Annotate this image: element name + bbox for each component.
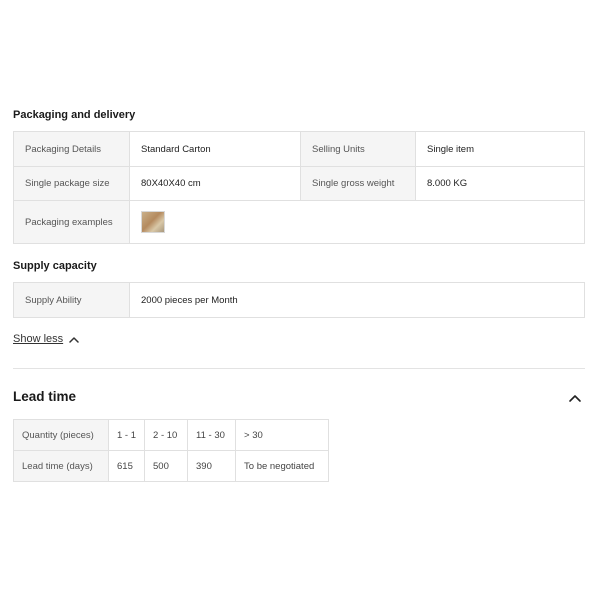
quantity-label: Quantity (pieces) xyxy=(13,419,109,451)
quantity-cell: 1 - 1 xyxy=(107,419,146,451)
chevron-up-icon xyxy=(69,336,79,343)
table-row: Single package size 80X40X40 cm Single g… xyxy=(13,166,585,201)
lead-time-cell: To be negotiated xyxy=(235,450,330,482)
selling-units-label: Selling Units xyxy=(300,131,416,167)
show-less-label: Show less xyxy=(13,333,64,345)
supply-capacity-table: Supply Ability 2000 pieces per Month xyxy=(13,282,585,318)
table-row: Packaging Details Standard Carton Sellin… xyxy=(13,131,585,167)
packaging-examples-label: Packaging examples xyxy=(13,200,130,244)
package-size-label: Single package size xyxy=(13,166,130,201)
supply-ability-label: Supply Ability xyxy=(13,282,130,318)
supply-ability-value: 2000 pieces per Month xyxy=(129,282,585,318)
lead-time-cell: 615 xyxy=(107,450,146,482)
lead-time-label: Lead time (days) xyxy=(13,450,109,482)
show-less-link[interactable]: Show less xyxy=(13,333,79,345)
packaging-details-value: Standard Carton xyxy=(129,131,301,167)
collapse-lead-time-chevron-up-icon[interactable] xyxy=(568,391,582,405)
table-row: Packaging examples xyxy=(13,200,585,244)
packaging-photo-thumbnail[interactable] xyxy=(141,211,165,233)
gross-weight-label: Single gross weight xyxy=(300,166,416,201)
lead-time-cell: 390 xyxy=(187,450,237,482)
packaging-section-title: Packaging and delivery xyxy=(13,109,136,121)
quantity-cell: > 30 xyxy=(235,419,330,451)
table-row: Lead time (days) 615 500 390 To be negot… xyxy=(13,450,330,482)
quantity-cell: 11 - 30 xyxy=(187,419,237,451)
packaging-examples-cell xyxy=(129,200,585,244)
section-divider xyxy=(13,368,585,369)
table-row: Quantity (pieces) 1 - 1 2 - 10 11 - 30 >… xyxy=(13,419,330,451)
lead-time-cell: 500 xyxy=(144,450,189,482)
table-row: Supply Ability 2000 pieces per Month xyxy=(13,282,585,318)
packaging-details-label: Packaging Details xyxy=(13,131,130,167)
supply-section-title: Supply capacity xyxy=(13,260,97,272)
selling-units-value: Single item xyxy=(415,131,585,167)
lead-time-table: Quantity (pieces) 1 - 1 2 - 10 11 - 30 >… xyxy=(13,419,330,482)
packaging-details-table: Packaging Details Standard Carton Sellin… xyxy=(13,131,585,244)
quantity-cell: 2 - 10 xyxy=(144,419,189,451)
gross-weight-value: 8.000 KG xyxy=(415,166,585,201)
package-size-value: 80X40X40 cm xyxy=(129,166,301,201)
lead-time-title: Lead time xyxy=(13,389,77,404)
